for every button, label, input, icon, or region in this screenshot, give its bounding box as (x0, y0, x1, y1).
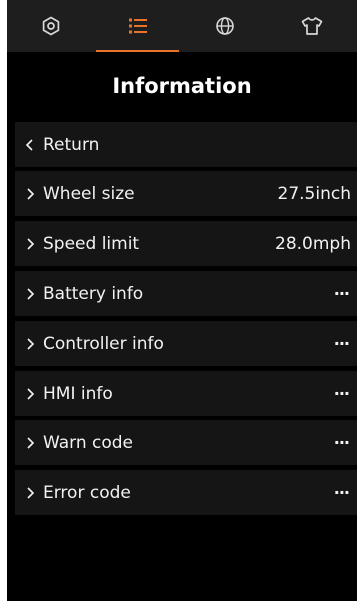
tab-language[interactable] (181, 0, 268, 52)
chevron-right-icon (17, 436, 43, 450)
more-icon: ··· (333, 483, 350, 502)
more-icon: ··· (333, 384, 350, 403)
tab-bar (7, 0, 357, 52)
menu-item-speed-limit[interactable]: Speed limit 28.0mph (15, 221, 357, 266)
menu-item-controller-info[interactable]: Controller info ··· (15, 321, 357, 366)
list-icon (128, 17, 148, 35)
menu-item-wheel-size[interactable]: Wheel size 27.5inch (15, 171, 357, 216)
more-icon: ··· (333, 284, 350, 303)
menu-item-label: Warn code (43, 432, 134, 453)
chevron-right-icon (17, 187, 43, 201)
return-button[interactable]: Return (15, 122, 357, 167)
tab-information[interactable] (94, 0, 181, 52)
menu-item-label: Error code (43, 482, 131, 503)
menu-item-label: Wheel size (43, 183, 135, 204)
gear-icon (41, 16, 61, 36)
menu-item-hmi-info[interactable]: HMI info ··· (15, 371, 357, 416)
menu-item-warn-code[interactable]: Warn code ··· (15, 420, 357, 465)
tab-settings[interactable] (7, 0, 94, 52)
shirt-icon (301, 16, 323, 36)
menu-item-label: Battery info (43, 283, 144, 304)
device-screen: Information Return Wheel size 27.5inch S… (7, 0, 357, 601)
globe-icon (215, 16, 235, 36)
page-title: Information (112, 74, 252, 98)
chevron-right-icon (17, 287, 43, 301)
chevron-right-icon (17, 337, 43, 351)
wheel-size-value: 27.5inch (277, 183, 351, 204)
more-icon: ··· (333, 433, 350, 452)
menu-item-label: Controller info (43, 333, 164, 354)
menu-item-battery-info[interactable]: Battery info ··· (15, 271, 357, 316)
chevron-right-icon (17, 387, 43, 401)
speed-limit-value: 28.0mph (275, 233, 351, 254)
return-label: Return (43, 134, 100, 155)
chevron-left-icon (17, 138, 43, 152)
menu-item-label: HMI info (43, 383, 113, 404)
chevron-right-icon (17, 486, 43, 500)
active-tab-indicator (96, 50, 179, 52)
menu-item-label: Speed limit (43, 233, 140, 254)
menu-item-error-code[interactable]: Error code ··· (15, 470, 357, 515)
tab-profile[interactable] (268, 0, 355, 52)
more-icon: ··· (333, 334, 350, 353)
chevron-right-icon (17, 237, 43, 251)
